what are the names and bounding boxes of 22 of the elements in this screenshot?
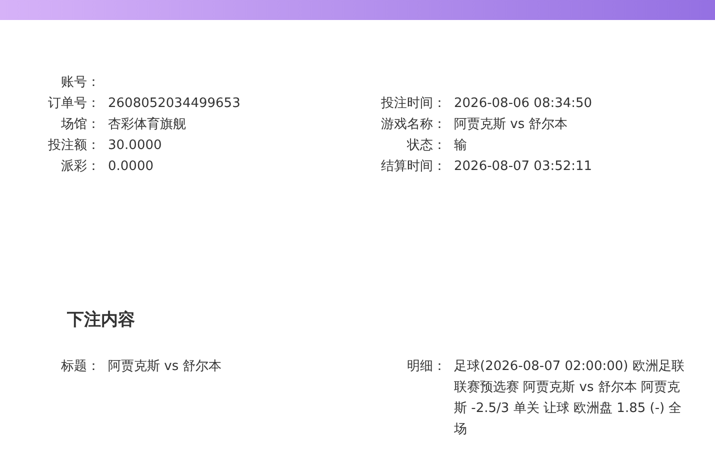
field-value: 2026-08-07 03:52:11	[453, 158, 592, 176]
field-label: 游戏名称：	[380, 116, 446, 134]
field-label: 明细：	[406, 358, 446, 376]
field-label: 派彩：	[60, 158, 100, 176]
field-value: 阿贾克斯 vs 舒尔本	[453, 116, 568, 134]
field-label: 状态：	[406, 137, 446, 155]
field-value: 输	[453, 137, 467, 155]
field-label: 投注时间：	[380, 95, 446, 113]
field-label: 账号：	[60, 74, 100, 92]
detail-text: 足球(2026-08-07 02:00:00) 欧洲足联联赛预选赛 阿贾克斯 vs 舒尔本 阿贾克斯 -2.5/3 单关 让球 欧洲盘 1.85 (-) 全场	[453, 358, 686, 438]
field-label: 标题：	[60, 358, 100, 376]
field-label: 订单号：	[47, 95, 100, 113]
field-value: 杏彩体育旗舰	[107, 116, 186, 134]
field-label: 结算时间：	[380, 158, 446, 176]
field-value: 0.0000	[107, 158, 154, 176]
section-heading: 下注内容	[67, 309, 136, 332]
field-value: 2026-08-06 08:34:50	[453, 95, 592, 113]
field-label: 投注额：	[47, 137, 100, 155]
field-value: 30.0000	[107, 137, 162, 155]
field-label: 场馆：	[60, 116, 100, 134]
field-value: 2608052034499653	[107, 95, 240, 113]
field-value: 阿贾克斯 vs 舒尔本	[107, 358, 222, 376]
